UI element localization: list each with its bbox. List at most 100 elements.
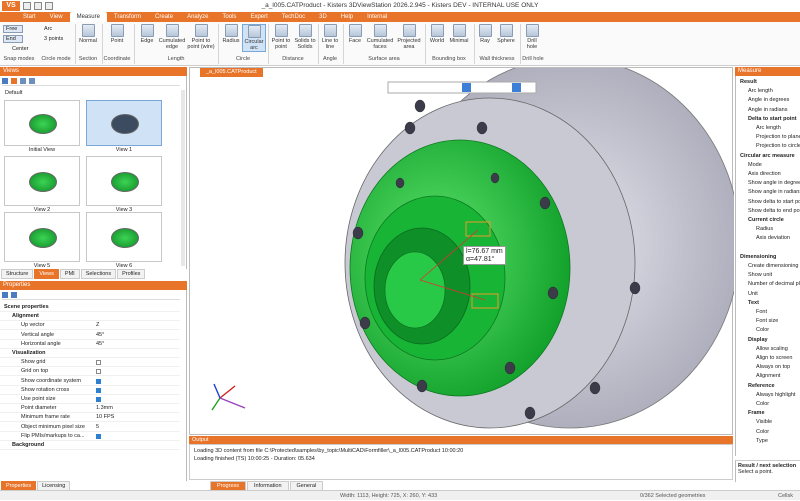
measure-property-row[interactable]: Current circle	[748, 216, 784, 225]
measure-property-row[interactable]: Axis direction	[748, 170, 781, 179]
surface-projected-button[interactable]: Projected area	[395, 24, 423, 50]
snap-3points-button[interactable]: 3 points	[44, 36, 63, 42]
menu-tab-techdoc[interactable]: TechDoc	[275, 12, 312, 22]
measure-property-row[interactable]: Projection to circle	[756, 142, 800, 151]
measure-property-row[interactable]: Align to screen	[756, 354, 792, 363]
property-row[interactable]: Alignment	[0, 312, 180, 322]
property-row[interactable]: Minimum frame rate 10 FPS	[0, 413, 180, 423]
property-checkbox[interactable]	[96, 433, 101, 439]
tab-views[interactable]: Views	[34, 269, 59, 279]
measure-property-row[interactable]: Angle in degrees	[748, 96, 789, 105]
measure-property-row[interactable]: Angle in radians	[748, 106, 787, 115]
property-row[interactable]: Point diameter 1.3mm	[0, 404, 180, 414]
menu-tab-3d[interactable]: 3D	[312, 12, 334, 22]
view-thumbnail[interactable]	[4, 212, 80, 262]
circle-radius-button[interactable]: Radius	[220, 24, 242, 44]
length-edge-button[interactable]: Edge	[136, 24, 158, 44]
property-checkbox[interactable]	[96, 360, 101, 366]
snap-center-button[interactable]: Center	[12, 46, 29, 52]
view-thumbnail[interactable]	[4, 156, 80, 206]
view-delete-icon[interactable]	[29, 78, 35, 84]
menu-tab-tools[interactable]: Tools	[215, 12, 243, 22]
property-row[interactable]: Horizontal angle 45°	[0, 340, 180, 349]
wall-sphere-button[interactable]: Sphere	[495, 24, 517, 44]
measure-property-row[interactable]: Frame	[748, 409, 765, 418]
property-value[interactable]: 45°	[96, 331, 104, 340]
property-checkbox[interactable]	[96, 387, 101, 393]
menu-tab-start[interactable]: Start	[16, 12, 43, 22]
measure-property-row[interactable]: Text	[748, 299, 759, 308]
property-value[interactable]: 10 FPS	[96, 413, 114, 422]
distance-p2p-button[interactable]: Point to point	[270, 24, 292, 50]
tab-profiles[interactable]: Profiles	[117, 269, 146, 279]
menu-tab-internal[interactable]: Internal	[360, 12, 394, 22]
circle-circular-arc-button[interactable]: Circular arc	[242, 24, 266, 52]
measure-property-row[interactable]: Show delta to start point	[748, 198, 800, 207]
measure-property-row[interactable]: Create dimensioning	[748, 262, 798, 271]
bbox-world-button[interactable]: World	[427, 24, 447, 44]
tab-selections[interactable]: Selections	[80, 269, 117, 279]
view-tool-icon[interactable]	[2, 78, 8, 84]
alphabetical-icon[interactable]	[11, 292, 17, 298]
measure-property-row[interactable]: Show angle in radians	[748, 188, 800, 197]
measure-property-row[interactable]: Font	[756, 308, 767, 317]
property-row[interactable]: Visualization	[0, 349, 180, 358]
property-value[interactable]: 1.3mm	[96, 404, 113, 413]
measure-property-row[interactable]: Type	[756, 437, 768, 446]
measure-property-row[interactable]: Color	[756, 428, 769, 437]
measure-property-row[interactable]: Circular arc measure	[740, 152, 795, 161]
measure-property-row[interactable]: Projection to plane	[756, 133, 800, 142]
measure-property-row[interactable]: Show angle in degrees	[748, 179, 800, 188]
distance-s2s-button[interactable]: Solids to Solids	[293, 24, 317, 50]
property-checkbox[interactable]	[96, 378, 101, 384]
measure-property-row[interactable]: Allow scaling	[756, 345, 788, 354]
coordinate-point-button[interactable]: Point	[104, 24, 130, 44]
property-value[interactable]: 45°	[96, 340, 104, 349]
snap-end-button[interactable]: End	[3, 35, 23, 43]
property-value[interactable]: 5	[96, 423, 99, 432]
property-checkbox[interactable]	[96, 369, 101, 375]
property-row[interactable]: Vertical angle 45°	[0, 331, 180, 340]
measure-property-row[interactable]: Display	[748, 336, 768, 345]
snap-arc-button[interactable]: Arc	[44, 26, 52, 32]
measure-property-row[interactable]: Arc length	[756, 124, 781, 133]
view-edit-icon[interactable]	[20, 78, 26, 84]
menu-tab-expert[interactable]: Expert	[243, 12, 274, 22]
menu-tab-analyze[interactable]: Analyze	[180, 12, 215, 22]
property-row[interactable]: Show grid	[0, 358, 180, 368]
measure-property-row[interactable]: Font size	[756, 317, 778, 326]
measure-property-row[interactable]: Visible	[756, 418, 772, 427]
measure-property-row[interactable]: Mode	[748, 161, 762, 170]
view-thumbnail[interactable]	[4, 100, 80, 146]
property-row[interactable]: Flip PMIs/markups to ca...	[0, 432, 180, 441]
menu-tab-create[interactable]: Create	[148, 12, 180, 22]
measure-property-row[interactable]: Result	[740, 78, 757, 87]
bbox-minimal-button[interactable]: Minimal	[447, 24, 471, 44]
measure-property-row[interactable]: Reference	[748, 382, 775, 391]
3d-model-canvas[interactable]	[190, 57, 741, 436]
wall-ray-button[interactable]: Ray	[476, 24, 494, 44]
view-add-icon[interactable]	[11, 78, 17, 84]
section-normal-button[interactable]: Normal	[76, 24, 100, 44]
measure-property-row[interactable]: Dimensioning	[740, 253, 776, 262]
measure-property-row[interactable]: Color	[756, 326, 769, 335]
views-scrollbar[interactable]	[181, 90, 185, 266]
3d-viewport[interactable]: l=76.67 mm α=47.81°	[189, 57, 741, 436]
measure-property-row[interactable]: Color	[756, 400, 769, 409]
length-cumulated-button[interactable]: Cumulated edge	[158, 24, 186, 50]
measure-property-row[interactable]: Always on top	[756, 363, 790, 372]
property-row[interactable]: Grid on top	[0, 367, 180, 377]
measurement-label[interactable]: l=76.67 mm α=47.81°	[463, 246, 506, 265]
measure-property-row[interactable]: Delta to start point	[748, 115, 797, 124]
measure-property-row[interactable]: Unit	[748, 290, 758, 299]
measure-property-row[interactable]: Always highlight	[756, 391, 795, 400]
tab-pmi[interactable]: PMI	[59, 269, 80, 279]
property-value[interactable]: Z	[96, 321, 99, 330]
categorized-icon[interactable]	[2, 292, 8, 298]
property-row[interactable]: Use point size	[0, 395, 180, 404]
surface-face-button[interactable]: Face	[345, 24, 365, 44]
measure-property-row[interactable]: Show unit	[748, 271, 772, 280]
property-row[interactable]: Show coordinate system	[0, 377, 180, 386]
property-row[interactable]: Up vector Z	[0, 321, 180, 331]
angle-line-to-line-button[interactable]: Line to line	[320, 24, 340, 50]
